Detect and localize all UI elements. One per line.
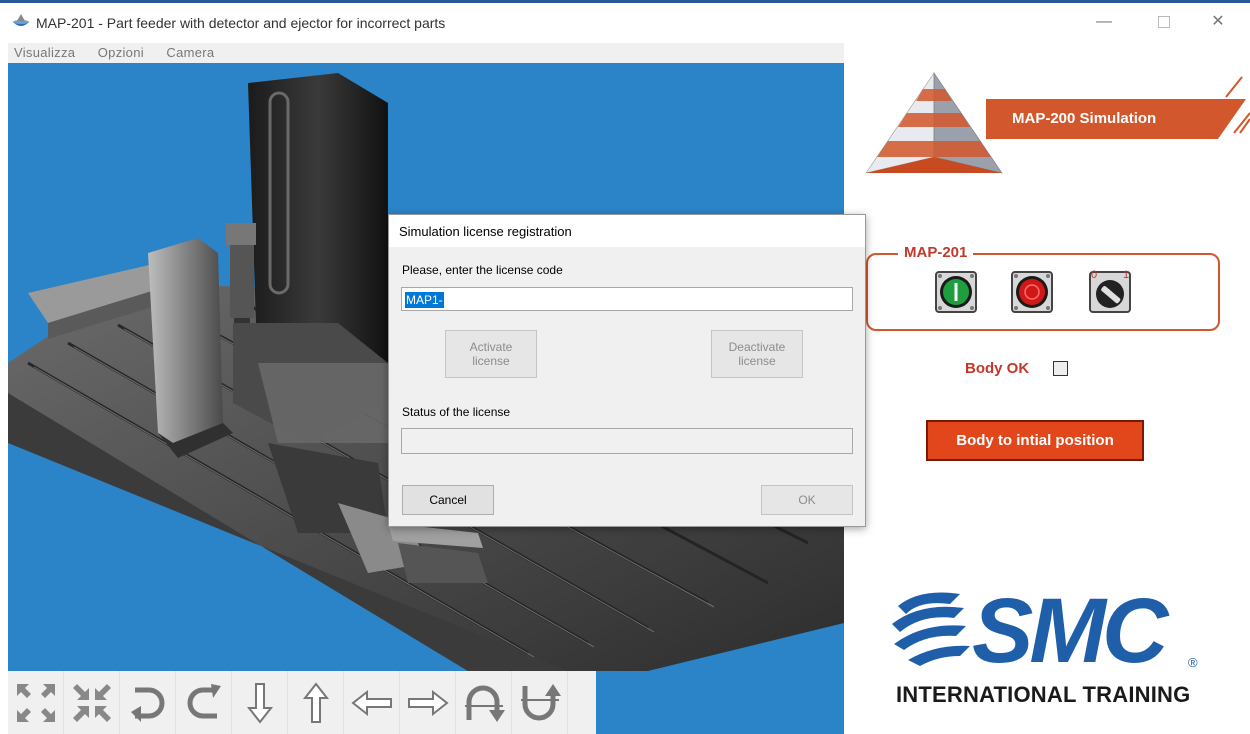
selector-label-0: 0: [1091, 269, 1098, 281]
deactivate-label-line2: license: [738, 354, 776, 368]
arrow-right-icon[interactable]: [400, 671, 456, 734]
cancel-button[interactable]: Cancel: [402, 485, 494, 515]
zoom-in-icon[interactable]: [64, 671, 120, 734]
smc-logo-text: SMC: [972, 588, 1170, 668]
title-bar: MAP-201 - Part feeder with detector and …: [0, 3, 1250, 41]
arrow-left-icon[interactable]: [344, 671, 400, 734]
menu-visualizza[interactable]: Visualizza: [8, 43, 75, 63]
menu-bar: Visualizza Opzioni Camera: [8, 43, 844, 63]
tilt-down-icon[interactable]: [512, 671, 568, 734]
license-prompt-label: Please, enter the license code: [402, 263, 563, 277]
rotate-right-icon[interactable]: [120, 671, 176, 734]
body-ok-checkbox[interactable]: [1053, 361, 1068, 376]
green-start-button[interactable]: [935, 271, 977, 313]
banner-title: MAP-200 Simulation: [1012, 110, 1157, 127]
dialog-title-bar: Simulation license registration: [389, 215, 865, 247]
window-title: MAP-201 - Part feeder with detector and …: [36, 15, 446, 31]
activate-license-button[interactable]: Activate license: [445, 330, 537, 378]
maximize-icon[interactable]: [1152, 11, 1176, 33]
smc-logo: SMC: [892, 588, 1174, 668]
license-code-input[interactable]: MAP1-: [401, 287, 853, 311]
zoom-out-icon[interactable]: [8, 671, 64, 734]
menu-opzioni[interactable]: Opzioni: [92, 43, 144, 63]
group-title: MAP-201: [898, 244, 974, 261]
deactivate-label-line1: Deactivate: [728, 340, 786, 354]
license-dialog: Simulation license registration Please, …: [388, 214, 866, 527]
ok-button[interactable]: OK: [761, 485, 853, 515]
camera-toolbar: [8, 671, 596, 734]
app-icon: [13, 14, 29, 26]
dialog-title: Simulation license registration: [399, 224, 572, 239]
red-stop-button[interactable]: [1011, 271, 1053, 313]
pyramid-logo-icon: [865, 72, 1003, 174]
key-selector-switch[interactable]: 0 1: [1089, 269, 1131, 313]
rotate-left-icon[interactable]: [176, 671, 232, 734]
menu-camera[interactable]: Camera: [160, 43, 214, 63]
arrow-up-icon[interactable]: [288, 671, 344, 734]
body-to-initial-position-button[interactable]: Body to intial position: [926, 420, 1144, 461]
status-label: Status of the license: [402, 405, 511, 419]
body-ok-label: Body OK: [965, 360, 1030, 377]
selector-label-1: 1: [1123, 269, 1130, 281]
tagline: INTERNATIONAL TRAINING: [896, 682, 1191, 707]
close-icon[interactable]: ✕: [1206, 11, 1230, 33]
tilt-up-icon[interactable]: [456, 671, 512, 734]
activate-label-line2: license: [472, 354, 510, 368]
registered-mark: ®: [1188, 655, 1198, 670]
deactivate-license-button[interactable]: Deactivate license: [711, 330, 803, 378]
activate-label-line1: Activate: [469, 340, 513, 354]
map-200-banner: [865, 72, 1250, 174]
arrow-down-icon[interactable]: [232, 671, 288, 734]
minimize-icon[interactable]: —: [1092, 11, 1116, 33]
license-code-value: MAP1-: [405, 292, 444, 308]
license-status-field: [401, 428, 853, 454]
